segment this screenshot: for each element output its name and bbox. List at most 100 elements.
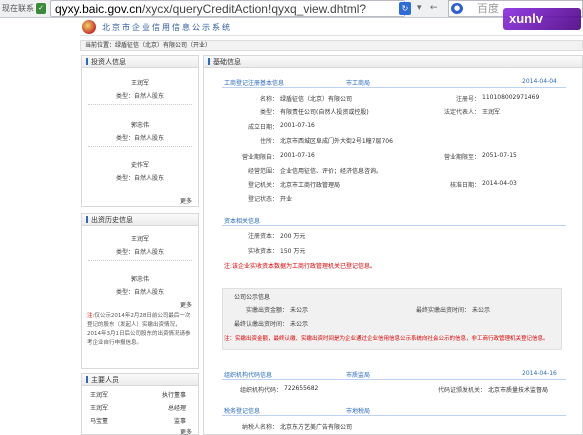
staff-name: 马宝董: [90, 418, 109, 425]
staff-row: 马宝董 监事: [90, 416, 190, 425]
subscribed-time: 未公示: [290, 321, 309, 328]
investor-type: 类型：自然人股东: [115, 249, 164, 256]
divider: [88, 260, 192, 261]
panel-heading: 主要人员: [82, 374, 198, 386]
more-link[interactable]: 更多: [180, 300, 192, 309]
registered-capital: 200 万元: [280, 233, 306, 240]
staff-row: 王润军 总经理: [90, 403, 190, 412]
investors-panel: 投资人信息 王润军 类型：自然人股东 郭忠伟 类型：自然人股东 史作军 类型：自…: [81, 55, 199, 207]
breadcrumb: 当前位置：绿盾征信（北京）有限公司（开业）: [80, 40, 583, 51]
field-label: 组织机构代码：: [239, 387, 282, 394]
field-label: 最终实缴出资时间：: [415, 307, 470, 314]
org-code: 722655682: [284, 385, 319, 392]
panel-heading: 投资人信息: [82, 56, 198, 68]
founded-date: 2001-07-16: [280, 122, 315, 129]
org-section-title[interactable]: 组织机构代码信息: [224, 370, 272, 379]
more-link[interactable]: 更多: [180, 196, 192, 205]
section-divider: [222, 379, 566, 380]
field-label: 登记状态：: [247, 196, 278, 203]
registration-number: 110108002971469: [482, 94, 540, 101]
browser-toolbar: 现在联系 ✓ qyxy.baic.gov.cn/xycx/queryCredit…: [0, 0, 583, 18]
company-name: 绿盾征信（北京）有限公司: [280, 96, 353, 103]
tax-source: 市地税局: [346, 408, 371, 415]
staff-role: 执行董事: [161, 392, 186, 399]
reg-source: 市工商局: [346, 80, 371, 87]
staff-name: 王润军: [90, 392, 109, 399]
search-placeholder: 百度: [477, 2, 499, 15]
field-label: 成立日期：: [247, 124, 278, 131]
org-issuer: 北京市质量技术监督局: [488, 387, 549, 394]
investor-name[interactable]: 郭忠伟: [82, 120, 198, 129]
investor-name[interactable]: 王润军: [82, 78, 198, 87]
field-label: 住所：: [259, 138, 278, 145]
dropdown-arrow-icon[interactable]: ▾: [417, 3, 422, 13]
baidu-paw-icon: ●: [451, 3, 463, 14]
field-label: 类型：: [259, 109, 278, 116]
panel-heading: 基础信息: [204, 56, 582, 68]
history-note: 注:仅公示2014年2月28日前公司最后一次登记的股东（发起人）实缴出资情况，2…: [87, 312, 193, 348]
heading-bar-icon: [86, 58, 88, 65]
field-label: 最终认缴出资时间：: [233, 321, 288, 328]
staff-heading: 主要人员: [91, 376, 119, 384]
investor-type: 类型：自然人股东: [115, 175, 164, 182]
field-label: 营业期限自：: [241, 154, 278, 161]
investor-name[interactable]: 史作军: [82, 160, 198, 169]
field-label: 核准日期：: [449, 182, 480, 189]
investors-heading: 投资人信息: [91, 58, 126, 66]
secure-lock-icon: ✓: [36, 3, 46, 14]
back-icon[interactable]: ←: [430, 3, 438, 13]
basic-info-heading: 基础信息: [213, 58, 241, 66]
heading-bar-icon: [86, 216, 88, 223]
approval-date: 2014-04-03: [482, 180, 517, 187]
field-label: 纳税人名称：: [241, 424, 278, 431]
reg-date: 2014-04-04: [522, 78, 557, 85]
staff-role: 总经理: [167, 405, 186, 412]
heading-bar-icon: [208, 58, 210, 65]
heading-bar-icon: [86, 376, 88, 383]
investor-name[interactable]: 郭忠伟: [82, 274, 198, 283]
field-label: 注册资本：: [247, 233, 278, 240]
legal-representative: 王润军: [482, 109, 501, 116]
disclosure-note: 注：实缴出资金额，最终认缴、实缴出资时间是为企业通过企业信用信息公示系统向社会公…: [224, 336, 549, 342]
org-date: 2014-04-16: [522, 370, 557, 377]
url-host: qyxy.baic.gov.cn: [55, 2, 142, 16]
reg-section-title[interactable]: 工商登记注册基本信息: [224, 78, 284, 87]
tax-section-title[interactable]: 税务登记信息: [224, 406, 260, 415]
url-path: /xycx/queryCreditAction!qyxq_view.dhtml?: [141, 2, 367, 16]
paid-capital: 150 万元: [280, 248, 306, 255]
left-column: 投资人信息 王润军 类型：自然人股东 郭忠伟 类型：自然人股东 史作军 类型：自…: [81, 55, 199, 435]
address-bar[interactable]: qyxy.baic.gov.cn/xycx/queryCreditAction!…: [50, 0, 405, 17]
investor-type: 类型：自然人股东: [115, 93, 164, 100]
history-heading: 出资历史信息: [91, 216, 133, 224]
staff-role: 监事: [173, 418, 186, 425]
company-type: 有限责任公司(自然人投资或控股): [280, 109, 369, 116]
page-margin: [0, 18, 80, 435]
section-divider: [222, 87, 566, 88]
investor-name[interactable]: 王润军: [82, 234, 198, 243]
emblem-icon: [82, 20, 96, 34]
refresh-icon[interactable]: ↻: [399, 2, 411, 15]
basic-info-panel: 基础信息 工商登记注册基本信息 市工商局 2014-04-04 名称： 绿盾征信…: [203, 55, 583, 435]
more-link[interactable]: 更多: [180, 427, 192, 435]
registration-status: 开业: [280, 196, 293, 203]
staff-name: 王润军: [90, 405, 109, 412]
disclosure-title: 公司公示信息: [234, 294, 271, 301]
field-label: 登记机关：: [247, 182, 278, 189]
panel-heading: 出资历史信息: [82, 214, 198, 226]
last-paid-time: 未公示: [472, 307, 491, 314]
paid-amount: 未公示: [290, 307, 309, 314]
field-label: 注册号：: [455, 96, 480, 103]
history-panel: 出资历史信息 王润军 类型：自然人股东 郭忠伟 类型：自然人股东 更多 注:仅公…: [81, 213, 199, 369]
taxpayer-name: 北京东方艺美广告有限公司: [280, 424, 353, 431]
registration-authority: 北京市工商行政管理局: [280, 182, 341, 189]
capital-section-title[interactable]: 资本相关信息: [224, 216, 260, 225]
staff-panel: 主要人员 王润军 执行董事 王润军 总经理 马宝董 监事 更多: [81, 373, 199, 435]
status-text: 现在联系: [2, 4, 34, 13]
divider: [88, 104, 192, 105]
field-label: 名称：: [259, 96, 278, 103]
investor-type: 类型：自然人股东: [115, 289, 164, 296]
field-label: 营业期限至：: [443, 154, 480, 161]
section-divider: [222, 415, 566, 416]
divider: [88, 146, 192, 147]
note-text: 仅公示2014年2月28日前公司最后一次登记的股东（发起人）实缴出资情况，201…: [87, 313, 191, 346]
